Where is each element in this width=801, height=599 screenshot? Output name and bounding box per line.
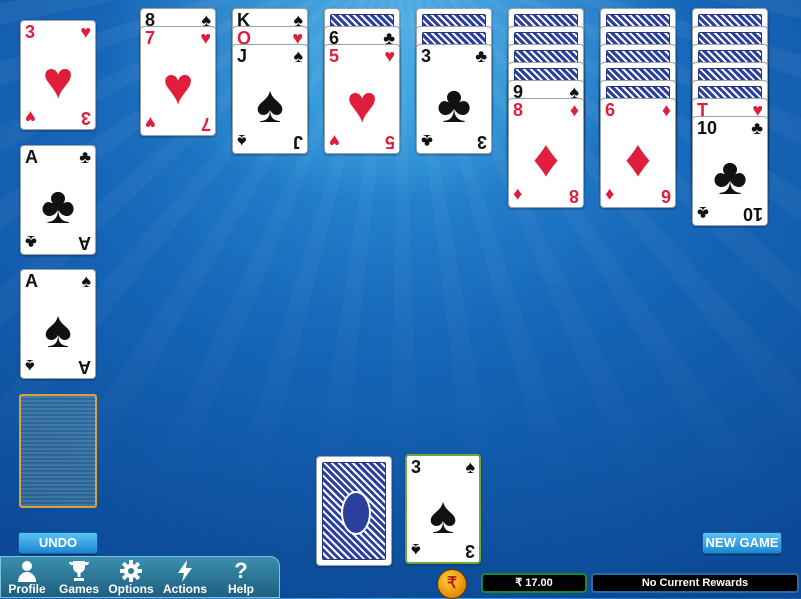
card-rank: 5 xyxy=(384,132,395,152)
card-rank: 5 xyxy=(329,46,340,66)
profile-icon xyxy=(1,559,53,583)
card-suit: ♣ xyxy=(25,232,37,252)
playing-card[interactable]: 7 ♥ ♥ ♥ 7 xyxy=(140,26,216,136)
card-center-suit: ♠ xyxy=(429,487,457,545)
card-center-suit: ♠ xyxy=(256,76,284,134)
card-center-suit: ♣ xyxy=(712,148,748,206)
menu-profile[interactable]: Profile xyxy=(1,559,53,596)
menu-help[interactable]: ? Help xyxy=(215,559,267,596)
menu-options[interactable]: Options xyxy=(105,559,157,596)
card-center-suit: ♦ xyxy=(532,130,560,188)
card-center-suit: ♦ xyxy=(624,130,652,188)
card-rank: 6 xyxy=(605,100,616,120)
menu-games[interactable]: Games xyxy=(53,559,105,596)
playing-card[interactable]: 10 ♣ ♣ ♣ 10 xyxy=(692,116,768,226)
card-rank: 3 xyxy=(80,108,91,128)
menu-label: Help xyxy=(227,582,254,596)
menu-label: Profile xyxy=(8,582,46,596)
playing-card[interactable]: 3 ♣ ♣ ♣ 3 xyxy=(416,44,492,154)
card-center-suit: ♥ xyxy=(162,58,194,116)
card-suit: ♠ xyxy=(465,457,475,477)
new-game-button[interactable]: NEW GAME xyxy=(702,532,782,554)
card-suit: ♦ xyxy=(605,185,615,205)
undo-button[interactable]: UNDO xyxy=(18,532,98,554)
card-suit: ♥ xyxy=(25,107,36,127)
rewards-display[interactable]: No Current Rewards xyxy=(591,573,799,593)
card-rank: 8 xyxy=(513,100,524,120)
card-rank: A xyxy=(25,147,38,167)
card-suit: ♠ xyxy=(25,356,35,376)
balance-display: ₹ 17.00 xyxy=(481,573,587,593)
card-suit: ♠ xyxy=(293,46,303,66)
playing-card[interactable]: 8 ♦ ♦ ♦ 8 xyxy=(508,98,584,208)
lightning-icon xyxy=(159,559,211,583)
menu-label: Actions xyxy=(162,582,207,596)
menu-label: Games xyxy=(58,582,100,596)
card-rank: 6 xyxy=(660,186,671,206)
empty-foundation-slot[interactable] xyxy=(19,394,97,508)
trophy-icon xyxy=(53,559,105,583)
background-rays xyxy=(0,0,801,598)
stock-pile[interactable] xyxy=(316,456,392,566)
card-suit: ♥ xyxy=(145,113,156,133)
card-center-suit: ♠ xyxy=(44,301,72,359)
card-rank: 10 xyxy=(742,204,763,224)
card-rank: 10 xyxy=(697,118,718,138)
card-rank: 3 xyxy=(25,22,36,42)
card-rank: A xyxy=(78,233,91,253)
card-rank: A xyxy=(78,357,91,377)
card-suit: ♣ xyxy=(697,203,709,223)
card-rank: A xyxy=(25,271,38,291)
menu-label: Options xyxy=(108,582,154,596)
card-rank: 8 xyxy=(568,186,579,206)
card-center-suit: ♣ xyxy=(40,177,76,235)
card-suit: ♣ xyxy=(421,131,433,151)
card-suit: ♠ xyxy=(411,540,421,560)
card-rank: 7 xyxy=(145,28,156,48)
card-suit: ♣ xyxy=(475,46,487,66)
playing-card[interactable]: A ♣ ♣ ♣ A xyxy=(20,145,96,255)
card-rank: J xyxy=(292,132,303,152)
currency-coin-icon[interactable]: ₹ xyxy=(437,569,467,599)
card-suit: ♥ xyxy=(200,28,211,48)
playing-card[interactable]: J ♠ ♠ ♠ J xyxy=(232,44,308,154)
card-rank: 7 xyxy=(200,114,211,134)
card-center-suit: ♣ xyxy=(436,76,472,134)
card-rank: 3 xyxy=(411,457,422,477)
gear-icon xyxy=(105,559,157,583)
card-suit: ♦ xyxy=(569,100,579,120)
card-suit: ♣ xyxy=(751,118,763,138)
card-center-suit: ♥ xyxy=(42,52,74,110)
card-back-pattern xyxy=(322,462,386,560)
playing-card[interactable]: 3 ♠ ♠ ♠ 3 xyxy=(405,454,481,564)
playing-card[interactable]: A ♠ ♠ ♠ A xyxy=(20,269,96,379)
playing-card[interactable]: 6 ♦ ♦ ♦ 6 xyxy=(600,98,676,208)
card-suit: ♥ xyxy=(329,131,340,151)
card-suit: ♦ xyxy=(513,185,523,205)
card-suit: ♥ xyxy=(384,46,395,66)
card-suit: ♥ xyxy=(80,22,91,42)
card-suit: ♦ xyxy=(661,100,671,120)
card-suit: ♠ xyxy=(81,271,91,291)
card-rank: 3 xyxy=(464,541,475,561)
help-icon: ? xyxy=(234,558,248,583)
card-rank: 3 xyxy=(476,132,487,152)
menu-actions[interactable]: Actions xyxy=(159,559,211,596)
card-suit: ♠ xyxy=(237,131,247,151)
playing-card[interactable]: 5 ♥ ♥ ♥ 5 xyxy=(324,44,400,154)
card-rank: J xyxy=(237,46,248,66)
card-rank: 3 xyxy=(421,46,432,66)
bottom-menu: Profile Games Options Actions ? Help xyxy=(0,556,280,598)
playing-card[interactable]: 3 ♥ ♥ ♥ 3 xyxy=(20,20,96,130)
card-center-suit: ♥ xyxy=(346,76,378,134)
card-suit: ♣ xyxy=(79,147,91,167)
